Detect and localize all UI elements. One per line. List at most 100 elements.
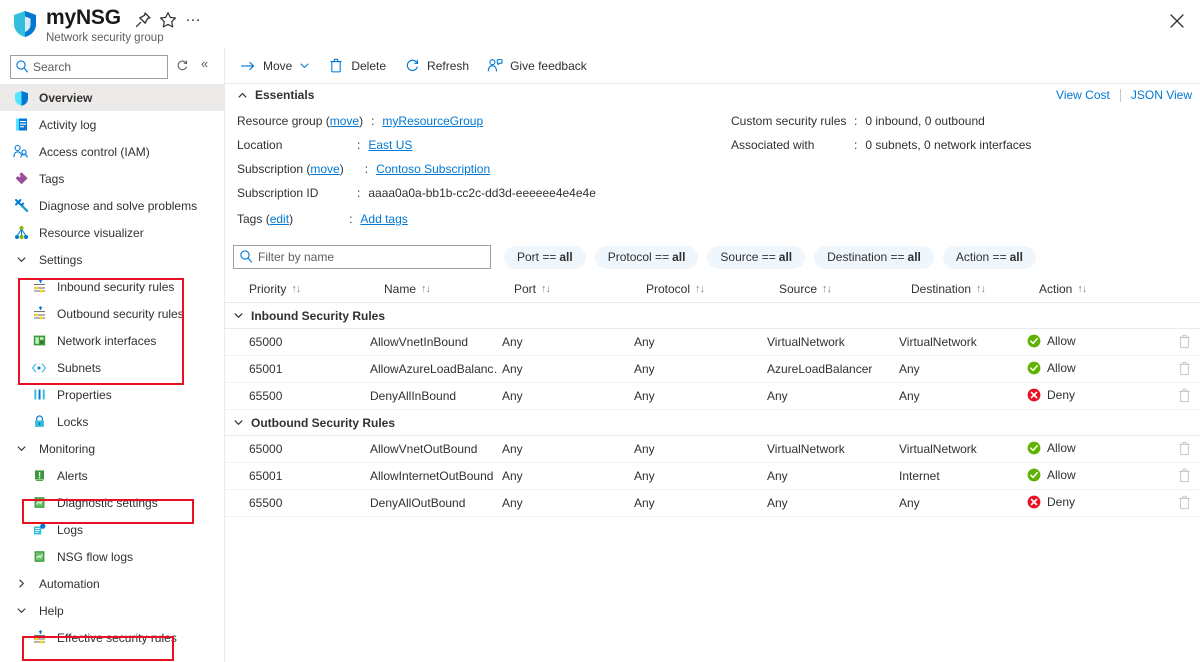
cell-destination: Any <box>899 496 920 510</box>
edit-tags-link[interactable]: edit <box>270 212 289 226</box>
sidebar-item-properties[interactable]: Properties <box>0 381 224 408</box>
cell-destination: VirtualNetwork <box>899 335 977 349</box>
column-header-destination[interactable]: Destination ↑↓ <box>911 282 985 296</box>
refresh-button[interactable]: Refresh <box>401 52 478 80</box>
sidebar-item-label: Network interfaces <box>57 334 156 348</box>
allow-check-icon <box>1027 441 1041 455</box>
filter-pill-action[interactable]: Action ==all <box>943 246 1036 269</box>
give-feedback-button[interactable]: Give feedback <box>484 52 596 80</box>
column-header-port[interactable]: Port ↑↓ <box>514 282 550 296</box>
filter-pill-source[interactable]: Source ==all <box>707 246 805 269</box>
sidebar-group-label: Help <box>39 604 64 618</box>
sidebar-group-settings[interactable]: Settings <box>0 246 224 273</box>
column-header-action[interactable]: Action ↑↓ <box>1039 282 1086 296</box>
allow-check-icon <box>1027 334 1041 348</box>
sidebar-item-logs[interactable]: Logs <box>0 516 224 543</box>
column-header-protocol[interactable]: Protocol ↑↓ <box>646 282 704 296</box>
sidebar-item-subnets[interactable]: Subnets <box>0 354 224 381</box>
sidebar-item-resource-visualizer[interactable]: Resource visualizer <box>0 219 224 246</box>
delete-button[interactable]: Delete <box>325 52 395 80</box>
table-group-header-inbound[interactable]: Inbound Security Rules <box>225 303 1200 329</box>
sidebar-item-overview[interactable]: Overview <box>0 84 224 111</box>
cell-protocol: Any <box>634 362 655 376</box>
sidebar-item-effective-security-rules[interactable]: Effective security rules <box>0 624 224 651</box>
sidebar-item-activity-log[interactable]: Activity log <box>0 111 224 138</box>
cell-action: Allow <box>1027 361 1076 375</box>
column-header-name[interactable]: Name ↑↓ <box>384 282 430 296</box>
logs-icon <box>30 521 48 539</box>
collapse-sidebar-button[interactable]: « <box>201 56 207 71</box>
sidebar-item-tags[interactable]: Tags <box>0 165 224 192</box>
add-tags-link[interactable]: Add tags <box>360 212 407 226</box>
sidebar-item-label: Overview <box>39 91 92 105</box>
favorite-star-icon[interactable] <box>158 10 178 30</box>
sidebar-refresh-icon[interactable] <box>176 59 189 75</box>
sidebar-item-network-interfaces[interactable]: Network interfaces <box>0 327 224 354</box>
pill-prefix: Source == <box>720 250 775 264</box>
table-row[interactable]: 65000 AllowVnetInBound Any Any VirtualNe… <box>225 329 1200 356</box>
move-resource-group-link[interactable]: move <box>330 114 359 128</box>
delete-rule-icon[interactable] <box>1178 468 1191 486</box>
sidebar-item-label: Tags <box>39 172 64 186</box>
table-row[interactable]: 65500 DenyAllOutBound Any Any Any Any De… <box>225 490 1200 517</box>
delete-rule-icon[interactable] <box>1178 441 1191 459</box>
sidebar-item-label: Locks <box>57 415 88 429</box>
associated-with-value: 0 subnets, 0 network interfaces <box>865 138 1031 152</box>
move-subscription-link[interactable]: move <box>310 162 339 176</box>
filter-pill-protocol[interactable]: Protocol ==all <box>595 246 699 269</box>
sidebar-item-diagnose-and-solve-problems[interactable]: Diagnose and solve problems <box>0 192 224 219</box>
field-label: Subscription ID <box>237 186 357 200</box>
sidebar-group-help[interactable]: Help <box>0 597 224 624</box>
cell-destination: Internet <box>899 469 940 483</box>
paren-open: ( <box>303 162 310 176</box>
network-security-group-icon <box>12 10 38 38</box>
table-row[interactable]: 65001 AllowInternetOutBound Any Any Any … <box>225 463 1200 490</box>
filter-pill-destination[interactable]: Destination ==all <box>814 246 934 269</box>
table-row[interactable]: 65001 AllowAzureLoadBalanc… Any Any Azur… <box>225 356 1200 383</box>
more-options-button[interactable]: … <box>183 8 203 30</box>
refresh-label: Refresh <box>427 59 469 73</box>
sidebar-item-outbound-security-rules[interactable]: Outbound security rules <box>0 300 224 327</box>
delete-rule-icon[interactable] <box>1178 388 1191 406</box>
view-cost-link[interactable]: View Cost <box>1056 88 1110 102</box>
json-view-link[interactable]: JSON View <box>1131 88 1192 102</box>
essentials-row-tags: Tags (edit) : Add tags <box>237 212 408 226</box>
delete-rule-icon[interactable] <box>1178 361 1191 379</box>
essentials-toggle[interactable]: Essentials <box>237 88 314 102</box>
sidebar-item-nsg-flow-logs[interactable]: NSG flow logs <box>0 543 224 570</box>
table-row[interactable]: 65000 AllowVnetOutBound Any Any VirtualN… <box>225 436 1200 463</box>
sidebar-group-automation[interactable]: Automation <box>0 570 224 597</box>
sidebar-item-label: Diagnostic settings <box>57 496 158 510</box>
sidebar-item-diagnostic-settings[interactable]: Diagnostic settings <box>0 489 224 516</box>
move-button[interactable]: Move <box>237 52 319 80</box>
sidebar-item-inbound-security-rules[interactable]: Inbound security rules <box>0 273 224 300</box>
resource-group-link[interactable]: myResourceGroup <box>382 114 483 128</box>
colon: : <box>365 162 368 176</box>
cell-port: Any <box>502 335 523 349</box>
essentials-label: Essentials <box>255 88 314 102</box>
filter-by-name-input[interactable] <box>233 245 491 269</box>
filter-pill-port[interactable]: Port ==all <box>504 246 586 269</box>
sidebar-item-access-control[interactable]: Access control (IAM) <box>0 138 224 165</box>
search-input[interactable] <box>10 55 168 79</box>
close-icon[interactable] <box>1164 8 1190 34</box>
subscription-link[interactable]: Contoso Subscription <box>376 162 490 176</box>
table-row[interactable]: 65500 DenyAllInBound Any Any Any Any Den… <box>225 383 1200 410</box>
sidebar-group-monitoring[interactable]: Monitoring <box>0 435 224 462</box>
chevron-down-icon <box>233 417 244 428</box>
cell-action: Deny <box>1027 388 1075 402</box>
column-header-source[interactable]: Source ↑↓ <box>779 282 831 296</box>
column-header-priority[interactable]: Priority ↑↓ <box>249 282 300 296</box>
location-link[interactable]: East US <box>368 138 412 152</box>
delete-rule-icon[interactable] <box>1178 495 1191 513</box>
sidebar-group-label: Automation <box>39 577 100 591</box>
action-label: Allow <box>1047 468 1076 482</box>
sidebar-item-alerts[interactable]: Alerts <box>0 462 224 489</box>
essentials-row-subscription-id: Subscription ID : aaaa0a0a-bb1b-cc2c-dd3… <box>237 186 596 200</box>
sidebar-item-label: NSG flow logs <box>57 550 133 564</box>
delete-rule-icon[interactable] <box>1178 334 1191 352</box>
sidebar-item-locks[interactable]: Locks <box>0 408 224 435</box>
pin-icon[interactable] <box>133 10 153 30</box>
column-label: Destination <box>911 282 971 296</box>
table-group-header-outbound[interactable]: Outbound Security Rules <box>225 410 1200 436</box>
